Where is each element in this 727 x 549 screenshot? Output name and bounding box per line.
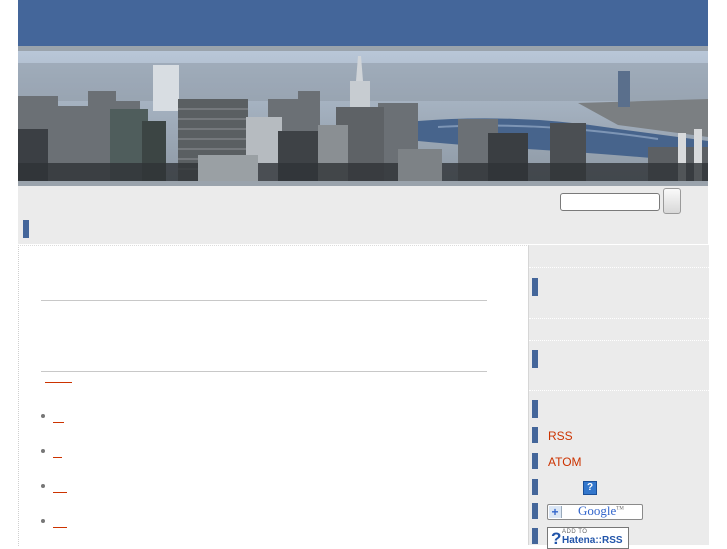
sidebar-divider [529, 390, 709, 391]
city-skyline-image [18, 51, 708, 181]
list-item-link[interactable] [53, 527, 67, 528]
list-item [41, 519, 101, 531]
list-item [41, 484, 101, 496]
atom-link[interactable]: ATOM [548, 455, 582, 469]
sidebar-divider [529, 318, 709, 319]
banner-image [18, 51, 708, 181]
list-item-link[interactable] [53, 457, 62, 458]
list-item-link[interactable] [53, 492, 67, 493]
entry-link[interactable] [45, 382, 72, 383]
plus-icon: + [549, 506, 562, 518]
section-marker-icon [532, 479, 538, 495]
add-to-google-button[interactable]: + GoogleTM [547, 503, 643, 520]
list-item-link[interactable] [53, 422, 64, 423]
entry-divider [41, 300, 487, 301]
section-marker-icon [532, 528, 538, 544]
section-marker-icon [532, 503, 538, 519]
add-to-hatena-rss-button[interactable]: ? ADD TO Hatena::RSS [547, 527, 629, 549]
trademark-mark: TM [616, 506, 624, 512]
section-marker-icon [532, 400, 538, 418]
entry-divider [41, 371, 487, 372]
bullet-icon [41, 449, 45, 453]
search-input[interactable] [560, 193, 660, 211]
section-marker-icon [532, 427, 538, 443]
rss-link[interactable]: RSS [548, 429, 573, 443]
list-item [41, 449, 101, 461]
sidebar-divider [529, 267, 709, 268]
section-marker-icon [532, 453, 538, 469]
section-marker-icon [532, 350, 538, 368]
page-frame: RSS ATOM ? + GoogleTM ? ADD TO Hatena::R… [18, 0, 709, 549]
sidebar-divider [529, 340, 709, 341]
search-button[interactable] [663, 188, 681, 214]
google-logo: GoogleTM [578, 503, 624, 519]
hatena-badge-title: Hatena::RSS [562, 535, 623, 546]
hatena-logo-icon: ? [551, 529, 562, 548]
main-content [18, 245, 529, 546]
list-item [41, 414, 101, 426]
google-wordmark: Google [578, 503, 617, 518]
sidebar: RSS ATOM ? + GoogleTM ? ADD TO Hatena::R… [528, 245, 709, 549]
help-icon[interactable]: ? [583, 481, 597, 495]
header-bar [18, 0, 708, 46]
bullet-icon [41, 414, 45, 418]
section-marker-icon [23, 220, 29, 238]
section-marker-icon [532, 278, 538, 296]
bullet-icon [41, 484, 45, 488]
bullet-icon [41, 519, 45, 523]
search-bar [18, 186, 708, 244]
